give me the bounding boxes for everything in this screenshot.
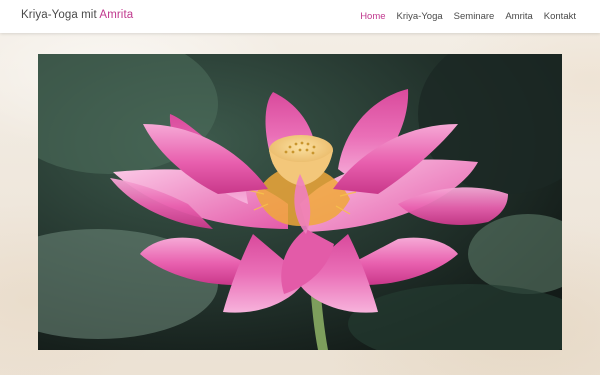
nav-item-seminare[interactable]: Seminare	[454, 11, 495, 22]
main-nav: Home Kriya-Yoga Seminare Amrita Kontakt	[360, 11, 576, 22]
site-title-accent: Amrita	[99, 9, 134, 21]
site-title[interactable]: Kriya-Yoga mit Amrita	[21, 9, 133, 21]
nav-item-kriya-yoga[interactable]: Kriya-Yoga	[397, 11, 443, 22]
site-header: Kriya-Yoga mit Amrita Home Kriya-Yoga Se…	[0, 0, 600, 33]
hero-lotus-image	[38, 54, 562, 350]
site-title-prefix: Kriya-Yoga mit	[21, 9, 100, 21]
nav-item-kontakt[interactable]: Kontakt	[544, 11, 576, 22]
lotus-flower-illustration	[38, 54, 562, 350]
nav-item-amrita[interactable]: Amrita	[505, 11, 532, 22]
nav-item-home[interactable]: Home	[360, 11, 385, 22]
